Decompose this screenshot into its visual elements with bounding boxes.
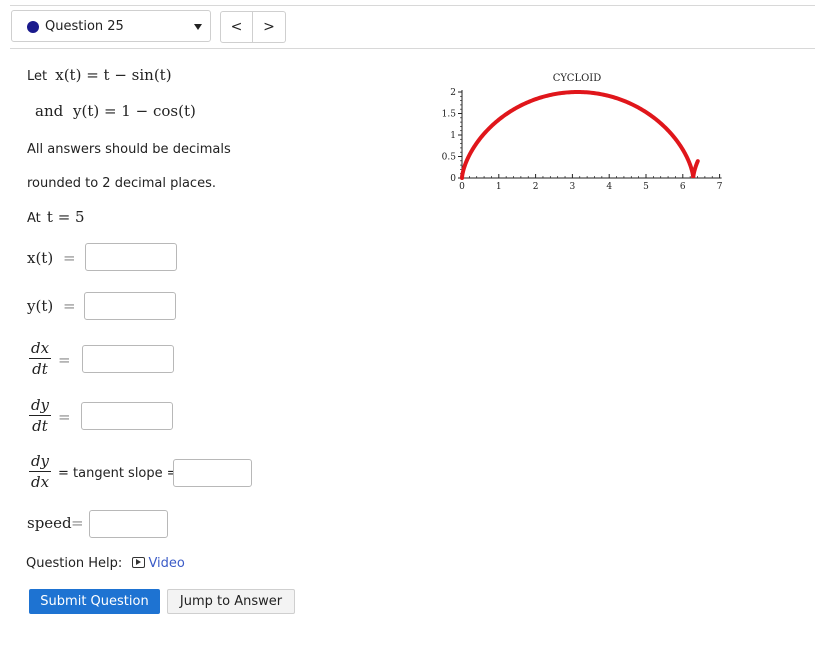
chart-axes: 0 1 2 3 4 5 6 7 0 0.5 1 1.5 2 <box>442 88 723 192</box>
submit-question-button[interactable]: Submit Question <box>29 589 160 614</box>
dxdt-fraction: dx dt <box>29 339 51 378</box>
previous-question-button[interactable]: < <box>220 11 253 43</box>
at-text: At <box>27 211 41 226</box>
let-text: Let <box>27 69 48 84</box>
video-link[interactable]: Video <box>132 556 185 571</box>
x-tick-label: 6 <box>680 182 686 192</box>
question-help: Question Help: Video <box>26 556 185 571</box>
x-tick-label: 1 <box>496 182 502 192</box>
dydx-fraction: dy dx <box>29 452 51 491</box>
x-equals: = <box>63 249 76 267</box>
video-play-icon <box>132 557 146 568</box>
question-help-label: Question Help: <box>26 556 123 571</box>
y-equals: = <box>63 297 76 315</box>
y-tick-label: 1.5 <box>442 110 457 120</box>
x-definition: Let x(t) = t − sin(t) <box>27 66 172 84</box>
x-tick-label: 5 <box>643 182 649 192</box>
y-tick-label: 2 <box>450 88 456 98</box>
next-question-button[interactable]: > <box>253 11 286 43</box>
dydt-answer-input[interactable] <box>81 402 173 430</box>
y-answer-input[interactable] <box>84 292 176 320</box>
x-equation: x(t) = t − sin(t) <box>55 66 172 84</box>
dydx-numerator: dy <box>29 452 51 472</box>
x-tick-label: 0 <box>459 182 465 192</box>
tangent-slope-label: = tangent slope = <box>58 466 178 481</box>
and-text: and <box>35 102 64 120</box>
y-equation: y(t) = 1 − cos(t) <box>73 102 196 120</box>
speed-equals: = <box>71 514 84 532</box>
x-label: x(t) <box>27 249 54 267</box>
dxdt-equals: = <box>58 351 71 369</box>
t-value: t = 5 <box>46 208 85 226</box>
x-tick-label: 7 <box>717 182 723 192</box>
dxdt-numerator: dx <box>29 339 51 359</box>
x-tick-label: 2 <box>533 182 539 192</box>
dydt-denominator: dt <box>32 417 48 435</box>
y-label: y(t) <box>27 297 54 315</box>
y-tick-label: 0 <box>450 174 456 184</box>
dxdt-denominator: dt <box>32 360 48 378</box>
x-tick-label: 4 <box>606 182 612 192</box>
x-tick-label: 3 <box>570 182 576 192</box>
x-answer-input[interactable] <box>85 243 177 271</box>
chart-title: CYCLOID <box>553 73 602 84</box>
instruction-line-1: All answers should be decimals <box>27 142 231 157</box>
dydt-fraction: dy dt <box>29 396 51 435</box>
dxdt-answer-input[interactable] <box>82 345 174 373</box>
top-divider <box>10 5 815 6</box>
speed-answer-input[interactable] <box>89 510 168 538</box>
dydt-numerator: dy <box>29 396 51 416</box>
header-divider <box>10 48 815 49</box>
cycloid-series-line <box>460 89 700 180</box>
y-tick-label: 0.5 <box>442 153 457 163</box>
instruction-line-2: rounded to 2 decimal places. <box>27 176 216 191</box>
cycloid-chart: CYCLOID 0 1 2 3 4 5 6 7 0 0.5 1 1.5 2 <box>442 73 723 192</box>
dydx-denominator: dx <box>30 473 50 491</box>
jump-to-answer-button[interactable]: Jump to Answer <box>167 589 295 614</box>
y-definition: and y(t) = 1 − cos(t) <box>35 102 196 120</box>
chevron-down-icon <box>194 24 202 30</box>
question-selector-label: Question 25 <box>45 19 124 34</box>
dydt-equals: = <box>58 408 71 426</box>
speed-label: speed <box>27 514 72 532</box>
question-status-dot <box>27 21 39 33</box>
evaluation-point: At t = 5 <box>27 208 85 226</box>
tangent-slope-input[interactable] <box>173 459 252 487</box>
video-link-text: Video <box>148 556 185 571</box>
question-selector[interactable]: Question 25 <box>11 10 211 42</box>
y-tick-label: 1 <box>450 131 456 141</box>
